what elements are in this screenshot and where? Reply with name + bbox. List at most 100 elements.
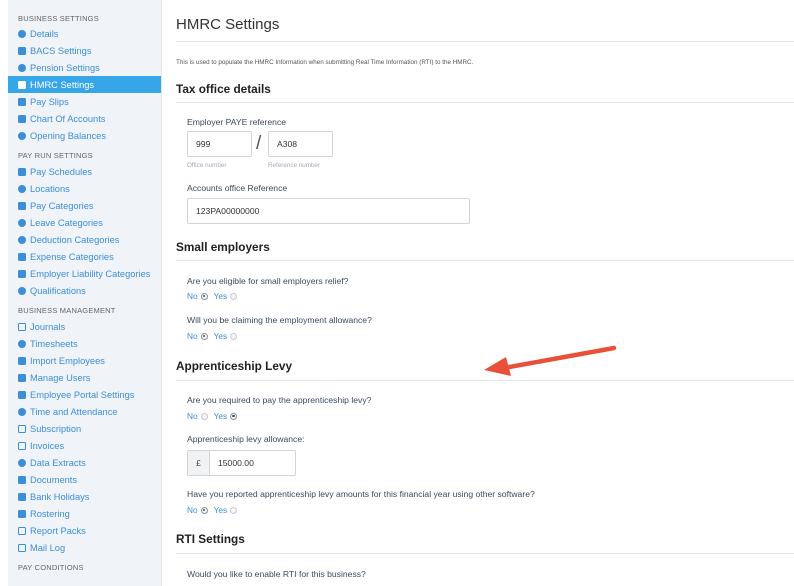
sidebar-item-pay-schedules[interactable]: Pay Schedules [8,163,161,180]
sidebar-item-locations[interactable]: Locations [8,180,161,197]
sidebar-item-label: Leave Categories [30,217,103,228]
book-icon [18,322,26,331]
sidebar-item-invoices[interactable]: Invoices [8,437,161,454]
sidebar-item-label: Pension Settings [30,62,100,73]
sidebar-item-label: Timesheets [30,338,78,349]
reference-number-hint: Reference number [268,162,321,169]
sidebar-item-label: Employee Portal Settings [30,389,135,400]
calendar-icon [18,492,26,501]
no-radio[interactable] [200,506,208,514]
sliders-icon [18,80,26,89]
sidebar-item-label: Opening Balances [30,130,106,141]
receipt-icon [18,252,26,261]
sidebar-item-pay-slips[interactable]: Pay Slips [8,93,161,110]
no-label: No [187,411,198,421]
employment-allowance-radios: No Yes [187,331,243,341]
yes-radio[interactable] [230,292,238,300]
globe-icon [18,184,26,193]
folder-icon [18,475,26,484]
sidebar-item-details[interactable]: Details [8,25,161,42]
clock-icon [18,339,26,348]
sidebar-item-bank-holidays[interactable]: Bank Holidays [8,488,161,505]
accounts-office-label: Accounts office Reference [187,183,288,193]
sidebar-item-label: Qualifications [30,285,86,296]
yes-label: Yes [213,291,228,301]
sidebar-item-pay-categories[interactable]: Pay Categories [8,197,161,214]
sidebar-item-expense-categories[interactable]: Expense Categories [8,248,161,265]
sidebar-item-label: Journals [30,321,66,332]
sidebar-item-leave-categories[interactable]: Leave Categories [8,214,161,231]
yes-radio[interactable] [230,506,238,514]
sidebar-item-mail-log[interactable]: Mail Log [8,539,161,556]
yes-radio[interactable] [230,412,238,420]
star-icon [18,63,26,72]
sidebar-item-import-employees[interactable]: Import Employees [8,352,161,369]
paye-separator: / [256,133,262,154]
sidebar-item-manage-users[interactable]: Manage Users [8,369,161,386]
no-radio[interactable] [200,292,208,300]
reference-number-input[interactable]: A308 [268,131,333,157]
employment-allowance-question: Will you be claiming the employment allo… [187,315,372,325]
yes-radio[interactable] [230,332,238,340]
sidebar-item-time-and-attendance[interactable]: Time and Attendance [8,403,161,420]
sidebar-item-label: HMRC Settings [30,79,95,90]
sidebar-item-bacs-settings[interactable]: BACS Settings [8,42,161,59]
other-software-question: Have you reported apprenticeship levy am… [187,489,535,499]
office-number-input[interactable]: 999 [187,131,252,157]
sidebar-item-label: Details [30,28,59,39]
sidebar-item-label: Locations [30,183,70,194]
sidebar-item-chart-of-accounts[interactable]: Chart Of Accounts [8,110,161,127]
levy-allowance-input[interactable]: 15000.00 [209,450,296,476]
wand-icon [18,390,26,399]
sidebar-item-label: Report Packs [30,525,86,536]
sidebar-item-opening-balances[interactable]: Opening Balances [8,127,161,144]
sidebar-item-qualifications[interactable]: Qualifications [8,282,161,299]
yes-label: Yes [213,505,228,515]
section-title-business-management: BUSINESS MANAGEMENT [18,306,116,315]
sidebar-item-label: Deduction Categories [30,234,120,245]
sidebar-item-label: Import Employees [30,355,105,366]
accounts-office-input[interactable]: 123PA00000000 [187,198,470,224]
annotation-arrow-icon [484,345,617,376]
plane-icon [18,218,26,227]
sidebar-item-deduction-categories[interactable]: Deduction Categories [8,231,161,248]
sidebar-item-pension-settings[interactable]: Pension Settings [8,59,161,76]
apprenticeship-levy-radios: No Yes [187,411,243,421]
sidebar-item-subscription[interactable]: Subscription [8,420,161,437]
no-radio[interactable] [200,412,208,420]
calendar-icon [18,167,26,176]
sidebar-item-employee-portal-settings[interactable]: Employee Portal Settings [8,386,161,403]
minus-circle-icon [18,235,26,244]
sidebar-item-label: Documents [30,474,78,485]
currency-prefix: £ [187,450,209,476]
main-content: HMRC Settings This is used to populate t… [176,0,794,586]
section-title-business-settings: BUSINESS SETTINGS [18,14,99,23]
no-label: No [187,331,198,341]
sidebar-item-documents[interactable]: Documents [8,471,161,488]
small-employers-relief-question: Are you eligible for small employers rel… [187,276,349,286]
credit-card-icon [18,424,26,433]
sidebar-item-data-extracts[interactable]: Data Extracts [8,454,161,471]
no-radio[interactable] [200,332,208,340]
divider [176,260,794,261]
sidebar-item-label: Subscription [30,423,82,434]
cloud-download-icon [18,458,26,467]
sidebar-item-hmrc-settings[interactable]: HMRC Settings [8,76,161,93]
section-title-pay-conditions: PAY CONDITIONS [18,563,84,572]
floppy-icon [18,46,26,55]
sidebar-item-employer-liability-categories[interactable]: Employer Liability Categories [8,265,161,282]
other-software-radios: No Yes [187,505,243,515]
levy-allowance-label: Apprenticeship levy allowance: [187,434,305,444]
sidebar-item-label: Pay Schedules [30,166,93,177]
sidebar-item-rostering[interactable]: Rostering [8,505,161,522]
sidebar-item-label: Manage Users [30,372,91,383]
sidebar-item-journals[interactable]: Journals [8,318,161,335]
sidebar-item-label: Invoices [30,440,65,451]
enable-rti-question: Would you like to enable RTI for this bu… [187,569,366,579]
sidebar-item-label: Mail Log [30,542,66,553]
sidebar-item-label: Bank Holidays [30,491,90,502]
sidebar-item-timesheets[interactable]: Timesheets [8,335,161,352]
file-icon [18,97,26,106]
sidebar-item-report-packs[interactable]: Report Packs [8,522,161,539]
money-icon [18,201,26,210]
